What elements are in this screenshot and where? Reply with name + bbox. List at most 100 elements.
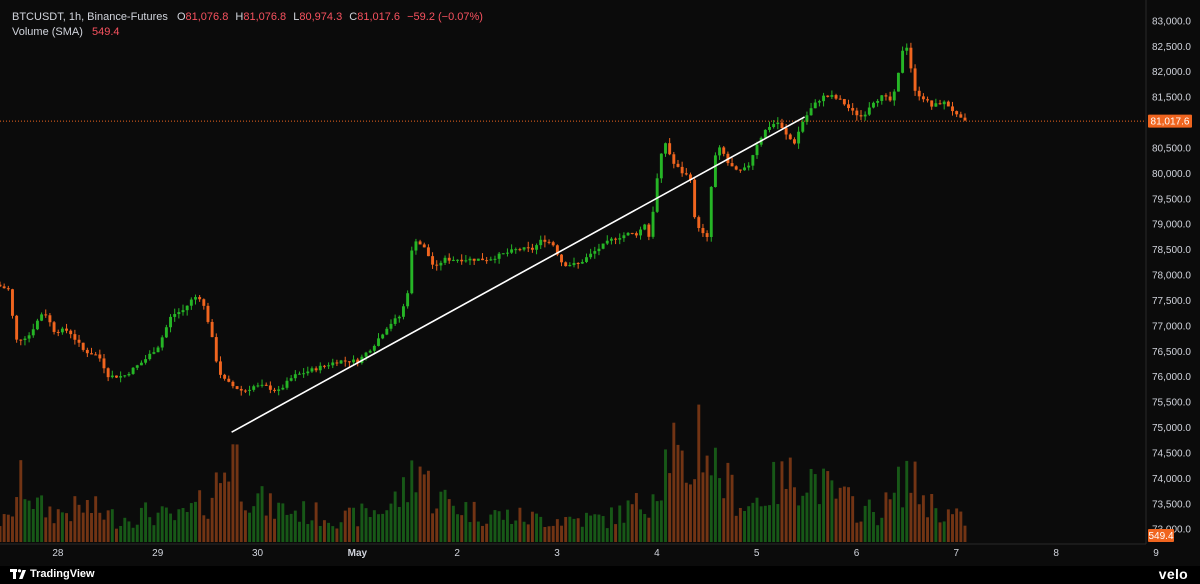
candle-body <box>235 386 239 389</box>
volume-bar <box>572 518 576 542</box>
volume-bar <box>668 473 672 542</box>
candle-body <box>123 375 127 377</box>
volume-bar <box>327 522 331 542</box>
volume-bar <box>901 507 905 542</box>
candle-body <box>451 259 455 261</box>
volume-bar <box>414 492 418 542</box>
candle-body <box>248 389 252 391</box>
volume-bar <box>934 508 938 542</box>
volume-bar <box>115 528 118 542</box>
candle-body <box>31 329 35 336</box>
volume-bar <box>447 499 451 542</box>
candle-body <box>526 247 530 249</box>
candle-body <box>98 354 102 359</box>
candle-body <box>713 155 717 187</box>
candle-body <box>913 68 917 91</box>
volume-bar <box>643 514 647 542</box>
volume-bar <box>730 474 734 542</box>
volume-bar <box>780 461 784 542</box>
time-tick-label: 30 <box>252 548 264 559</box>
candle-body <box>930 100 934 107</box>
volume-bar <box>701 472 705 542</box>
candle-body <box>347 361 351 363</box>
price-tick-label: 74,500.0 <box>1152 448 1191 459</box>
high-value: 81,076.8 <box>243 11 287 23</box>
candle-body <box>102 358 106 369</box>
volume-bar <box>347 507 351 542</box>
candle-body <box>160 337 164 348</box>
volume-bar <box>651 494 655 542</box>
volume-bar <box>181 507 185 542</box>
candle-body <box>909 47 913 69</box>
candle-body <box>797 131 801 144</box>
volume-indicator-label[interactable]: Volume (SMA) <box>12 26 83 38</box>
volume-bar <box>493 510 497 542</box>
price-tick-label: 78,500.0 <box>1152 245 1191 256</box>
candle-body <box>35 320 39 330</box>
volume-bar <box>834 498 838 542</box>
price-axis[interactable]: 83,000.082,500.082,000.081,500.081,000.0… <box>1152 16 1191 535</box>
candle-body <box>705 233 709 237</box>
volume-bar <box>198 490 202 542</box>
candle-body <box>239 388 243 391</box>
candle-body <box>135 365 139 368</box>
candle-body <box>339 360 343 364</box>
candle-body <box>331 362 335 366</box>
volume-bar <box>921 495 925 542</box>
volume-bar <box>56 509 60 542</box>
volume-bar <box>859 521 863 542</box>
price-tick-label: 79,000.0 <box>1152 220 1191 231</box>
volume-bar <box>48 506 52 542</box>
candle-body <box>414 241 418 251</box>
volume-bar <box>788 457 792 542</box>
volume-bar <box>460 515 464 542</box>
volume-bar <box>368 517 372 542</box>
volume-bar <box>876 525 880 542</box>
volume-bar <box>397 506 401 542</box>
symbol-label[interactable]: BTCUSDT, 1h, Binance-Futures <box>12 11 168 23</box>
volume-bar <box>431 513 435 542</box>
candle-body <box>422 244 426 248</box>
volume-bar <box>630 504 634 542</box>
volume-bar <box>410 460 414 542</box>
volume-bar <box>755 497 759 542</box>
volume-bar <box>768 505 771 542</box>
volume-bar <box>194 501 197 542</box>
volume-bar <box>580 526 584 542</box>
volume-bar <box>697 404 701 542</box>
time-tick-label: 6 <box>854 548 860 559</box>
volume-bar <box>855 522 859 542</box>
time-tick-label: 2 <box>454 548 460 559</box>
volume-bar <box>743 510 746 542</box>
volume-bar <box>206 518 210 542</box>
candle-body <box>115 375 118 378</box>
volume-bar <box>110 509 114 542</box>
candle-body <box>817 101 821 103</box>
candle-body <box>322 365 326 367</box>
volume-bar <box>539 516 543 542</box>
tradingview-logo[interactable]: TradingView <box>10 568 95 580</box>
volume-bar <box>185 511 189 542</box>
volume-bar <box>406 502 410 542</box>
volume-bar <box>268 493 272 542</box>
candle-body <box>801 121 805 132</box>
candle-body <box>56 331 60 333</box>
candle-body <box>489 259 493 261</box>
open-value: 81,076.8 <box>185 11 229 23</box>
candle-body <box>40 314 44 321</box>
candle-body <box>788 134 792 140</box>
candle-body <box>842 99 846 105</box>
candle-body <box>0 284 2 287</box>
volume-bar <box>709 475 713 542</box>
volume-bar <box>847 487 850 542</box>
price-chart[interactable]: 83,000.082,500.082,000.081,500.081,000.0… <box>0 0 1200 584</box>
volume-bar <box>564 517 568 542</box>
volume-bar <box>435 508 439 542</box>
volume-bar <box>872 511 875 542</box>
volume-bar <box>256 493 260 542</box>
volume-bar <box>822 468 826 542</box>
candle-body <box>2 286 6 289</box>
volume-bar <box>888 499 892 542</box>
candle-body <box>447 257 451 261</box>
volume-bar <box>530 511 534 542</box>
